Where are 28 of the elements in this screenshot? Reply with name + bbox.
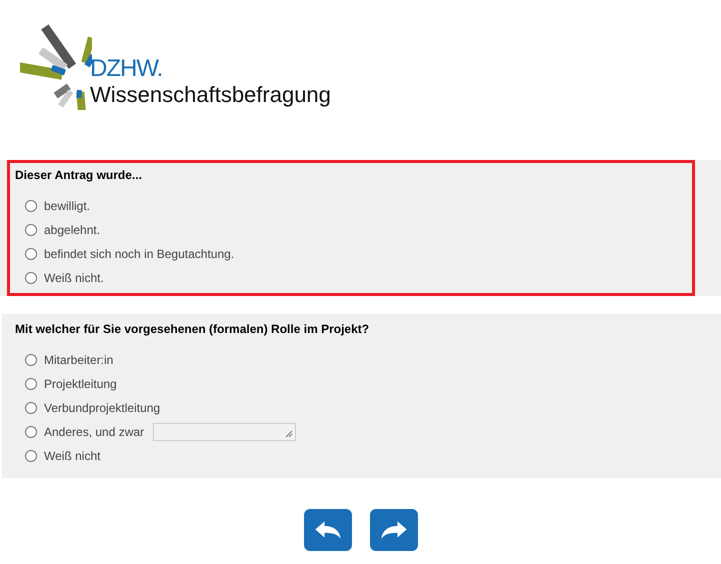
- radio-button[interactable]: [25, 248, 37, 260]
- radio-button[interactable]: [25, 450, 37, 462]
- option-label: Weiß nicht.: [44, 270, 104, 287]
- question-title: Mit welcher für Sie vorgesehenen (formalen) Rolle im Projekt?: [15, 321, 370, 338]
- radio-button[interactable]: [25, 224, 37, 236]
- logo-brand: DZHW.: [90, 56, 164, 82]
- back-button[interactable]: [304, 509, 352, 551]
- radio-button[interactable]: [25, 200, 37, 212]
- option-label: Verbundprojektleitung: [44, 400, 160, 417]
- radio-button[interactable]: [25, 402, 37, 414]
- forward-arrow-icon: [379, 519, 409, 541]
- logo-subtitle: Wissenschaftsbefragung: [90, 82, 331, 108]
- radio-button[interactable]: [25, 272, 37, 284]
- option-label: Projektleitung: [44, 376, 117, 393]
- radio-button[interactable]: [25, 354, 37, 366]
- next-button[interactable]: [370, 509, 418, 551]
- option-label: Mitarbeiter:in: [44, 352, 114, 369]
- radio-button[interactable]: [25, 378, 37, 390]
- question-title: Dieser Antrag wurde...: [15, 167, 143, 184]
- resize-handle-icon: [285, 430, 294, 438]
- back-arrow-icon: [313, 519, 343, 541]
- radio-button[interactable]: [25, 426, 37, 438]
- option-label: bewilligt.: [44, 198, 90, 215]
- option-label: abgelehnt.: [44, 222, 100, 239]
- option-label: Weiß nicht: [44, 448, 100, 465]
- option-label: befindet sich noch in Begutachtung.: [44, 246, 234, 263]
- option-label: Anderes, und zwar: [44, 424, 144, 441]
- text-field[interactable]: [153, 423, 296, 441]
